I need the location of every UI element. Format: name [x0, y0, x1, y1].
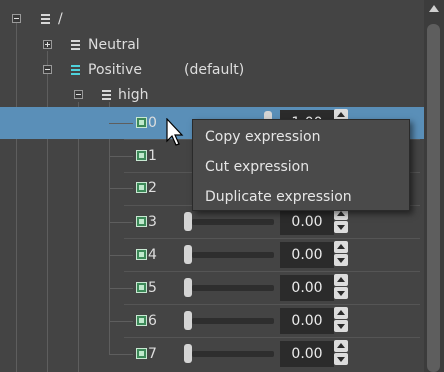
value-field[interactable]: 0.00: [280, 242, 334, 268]
expression-icon: [136, 216, 147, 227]
tree-guide-line: [109, 188, 133, 189]
slider-track[interactable]: [192, 219, 274, 225]
hierarchy-icon-active: [70, 64, 81, 75]
value-field[interactable]: 0.00: [280, 308, 334, 334]
neutral-label[interactable]: Neutral: [88, 36, 140, 54]
positive-collapse-toggle[interactable]: [43, 65, 52, 74]
expression-icon: [136, 348, 147, 359]
tree-guide-line: [47, 51, 48, 372]
value-field[interactable]: 0.00: [280, 341, 334, 367]
hierarchy-icon: [101, 89, 112, 100]
decrement-button[interactable]: [334, 287, 348, 299]
hierarchy-icon: [70, 39, 81, 50]
row-divider: [124, 271, 420, 272]
default-tag: (default): [184, 62, 245, 78]
increment-button[interactable]: [334, 274, 348, 286]
slider-handle[interactable]: [184, 311, 192, 330]
slider-handle[interactable]: [184, 344, 192, 363]
mouse-pointer-icon: [166, 118, 184, 146]
row-divider: [124, 304, 420, 305]
expression-icon: [136, 117, 147, 128]
positive-label[interactable]: Positive: [88, 61, 142, 79]
expression-icon: [136, 282, 147, 293]
slider-track[interactable]: [192, 318, 274, 324]
slider-handle[interactable]: [184, 245, 192, 264]
menu-item-copy-expression[interactable]: Copy expression: [205, 128, 320, 146]
context-menu: Copy expression Cut expression Duplicate…: [192, 119, 410, 211]
expression-icon: [136, 315, 147, 326]
expression-label: 6: [148, 313, 157, 329]
slider-handle[interactable]: [184, 212, 192, 231]
tree-guide-line: [16, 23, 17, 372]
tree-guide-line: [109, 354, 133, 355]
expression-label: 2: [148, 180, 157, 196]
root-label[interactable]: /: [58, 10, 63, 28]
tree-guide-line: [109, 102, 110, 354]
hierarchy-icon: [40, 13, 51, 24]
root-collapse-toggle[interactable]: [12, 14, 21, 23]
slider-track[interactable]: [192, 351, 274, 357]
slider-track[interactable]: [192, 252, 274, 258]
menu-item-cut-expression[interactable]: Cut expression: [205, 158, 309, 176]
expression-label: 1: [148, 148, 157, 164]
scroll-up-arrow-icon[interactable]: [429, 5, 439, 12]
increment-button[interactable]: [334, 241, 348, 253]
neutral-expand-toggle[interactable]: [43, 40, 52, 49]
expression-label: 0: [148, 115, 157, 131]
increment-button[interactable]: [334, 340, 348, 352]
expression-label: 7: [148, 346, 157, 362]
expression-icon: [136, 182, 147, 193]
tree-guide-line: [109, 255, 133, 256]
expression-label: 5: [148, 280, 157, 296]
expression-tree-panel: / Neutral Positive (default) high 0 1.00…: [0, 0, 444, 372]
decrement-button[interactable]: [334, 320, 348, 332]
tree-guide-line: [109, 123, 133, 124]
scrollbar-thumb[interactable]: [427, 24, 440, 372]
slider-track[interactable]: [192, 285, 274, 291]
value-field[interactable]: 0.00: [280, 209, 334, 235]
decrement-button[interactable]: [334, 221, 348, 233]
tree-guide-line: [109, 288, 133, 289]
expression-icon: [136, 150, 147, 161]
tree-guide-line: [78, 102, 79, 372]
row-divider: [124, 337, 420, 338]
increment-button[interactable]: [334, 307, 348, 319]
tree-guide-line: [109, 222, 133, 223]
expression-label: 3: [148, 214, 157, 230]
expression-label: 4: [148, 247, 157, 263]
row-divider: [124, 238, 420, 239]
high-collapse-toggle[interactable]: [74, 90, 83, 99]
decrement-button[interactable]: [334, 254, 348, 266]
expression-icon: [136, 249, 147, 260]
decrement-button[interactable]: [334, 353, 348, 365]
tree-guide-line: [109, 156, 133, 157]
slider-handle[interactable]: [184, 278, 192, 297]
high-label[interactable]: high: [118, 86, 149, 104]
menu-item-duplicate-expression[interactable]: Duplicate expression: [205, 188, 352, 206]
tree-guide-line: [109, 321, 133, 322]
value-field[interactable]: 0.00: [280, 275, 334, 301]
